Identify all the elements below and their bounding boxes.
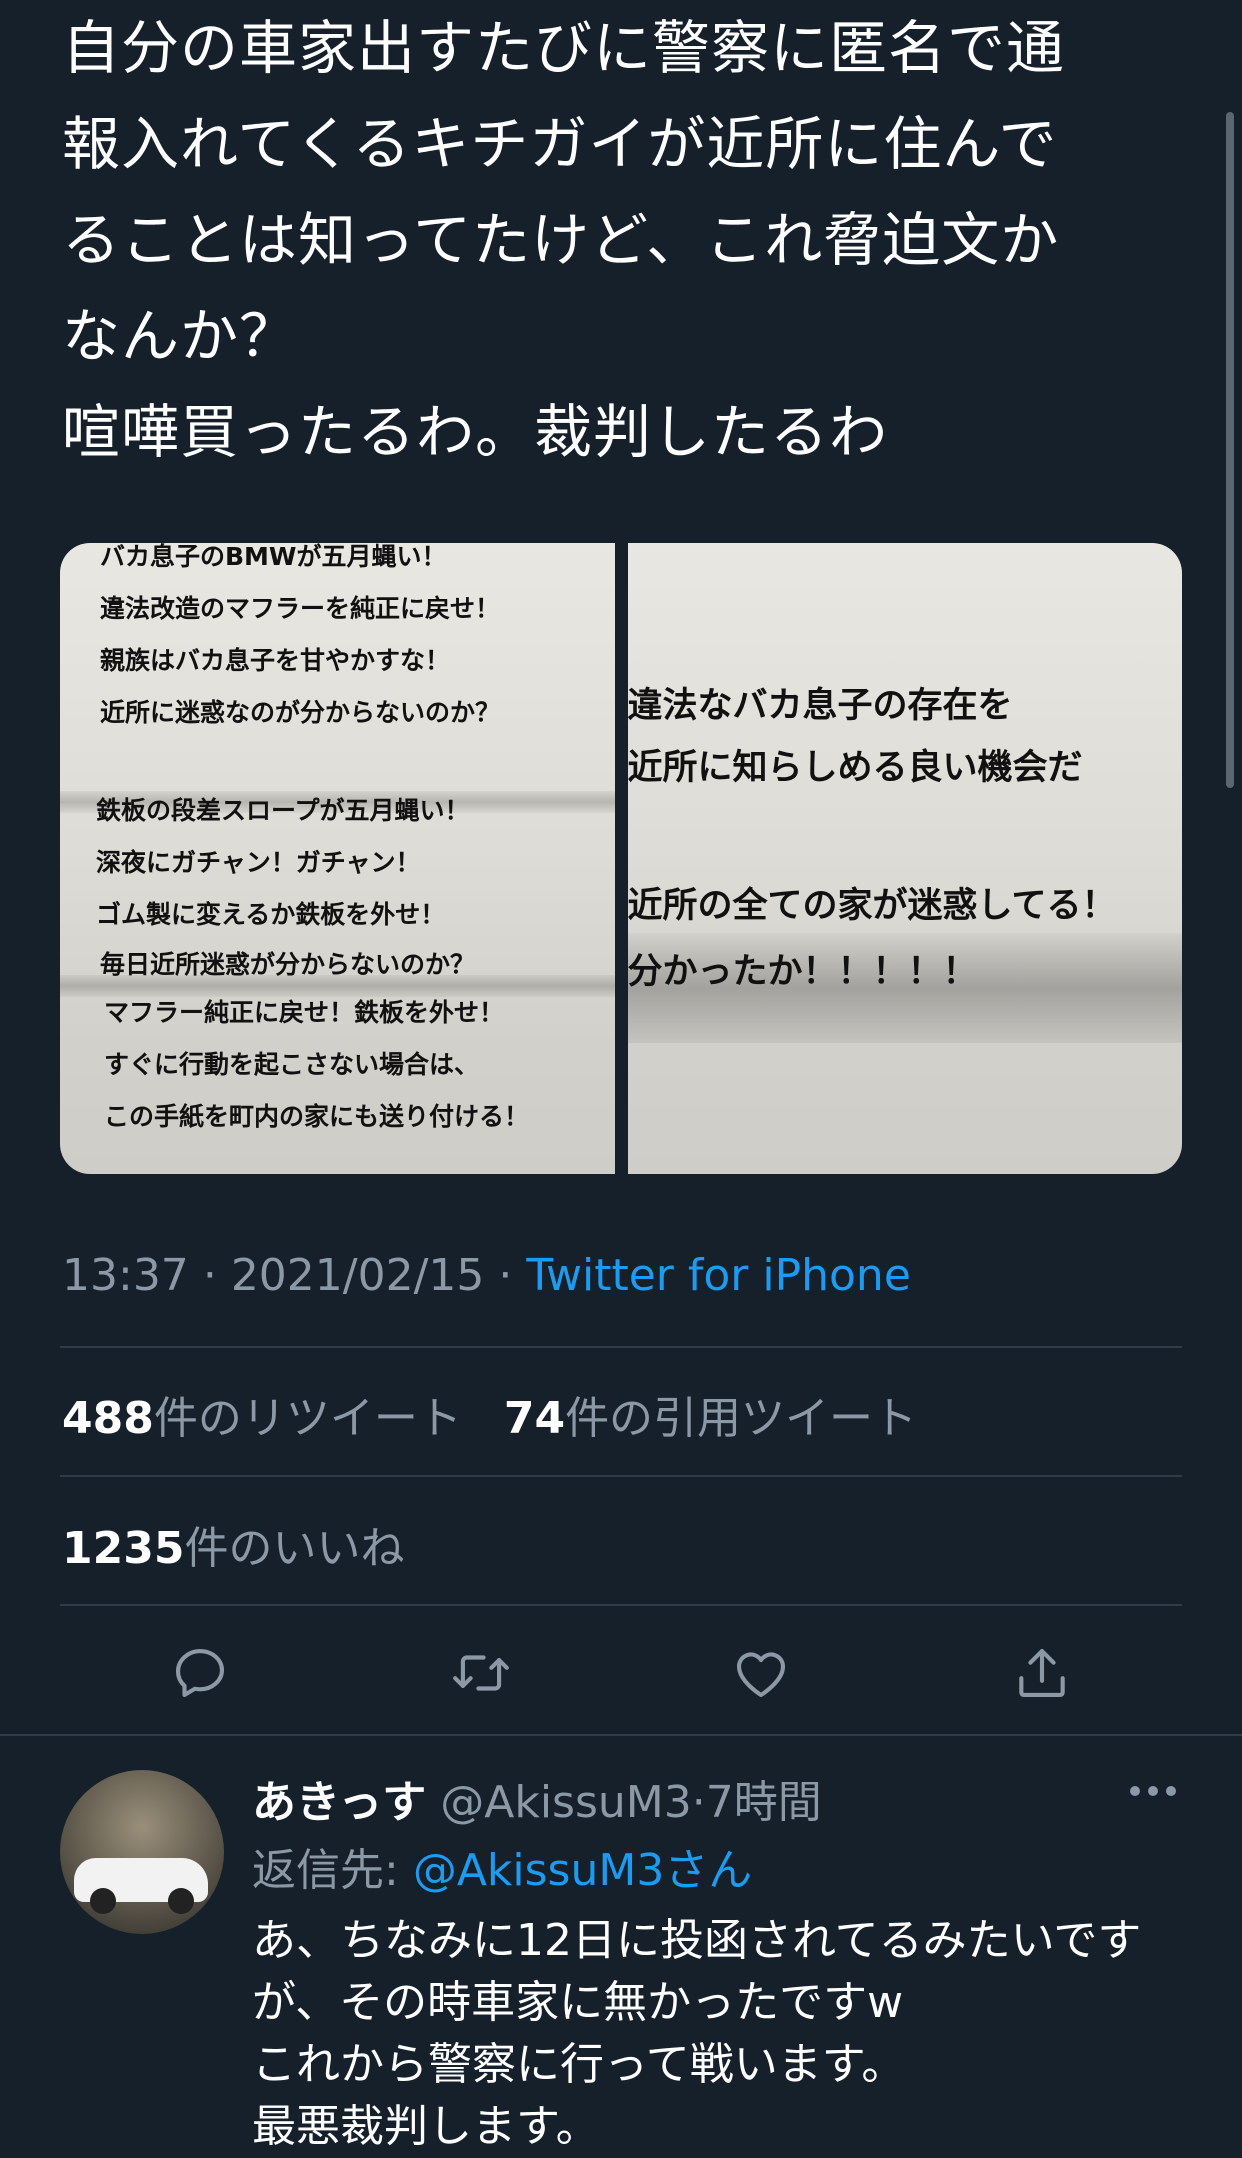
reply-author: あきっす @AkissuM3·7時間 (252, 1766, 822, 1830)
meta-separator: · (202, 1250, 217, 1301)
letter-line: 親族はバカ息子を甘やかすな！ (100, 646, 451, 675)
more-options-icon[interactable] (1130, 1786, 1176, 1800)
tweet-media[interactable]: バカ息子のBMWが五月蝿い！ 違法改造のマフラーを純正に戻せ！ 親族はバカ息子を… (60, 543, 1182, 1174)
letter-photo-left[interactable]: バカ息子のBMWが五月蝿い！ 違法改造のマフラーを純正に戻せ！ 親族はバカ息子を… (60, 543, 615, 1174)
letter-line: 鉄板の段差スロープが五月蝿い！ (96, 796, 470, 825)
letter-line: 深夜にガチャン！ガチャン！ (96, 848, 421, 877)
letter-line: ゴム製に変えるか鉄板を外せ！ (96, 900, 446, 929)
retweet-count: 488 (62, 1393, 154, 1444)
letter-photo-right[interactable]: 違法なバカ息子の存在を 近所に知らしめる良い機会だ 近所の全ての家が迷惑してる！… (627, 543, 1182, 1174)
letter-line: 違法なバカ息子の存在を (627, 686, 1013, 726)
reply-text: あ、ちなみに12日に投函されてるみたいです が、その時車家に無かったですw これ… (252, 1915, 1142, 2152)
letter-line: 違法改造のマフラーを純正に戻せ！ (100, 594, 501, 623)
letter-line: 毎日近所迷惑が分からないのか？ (100, 950, 476, 979)
letter-line: 分かったか！！！！！ (627, 952, 978, 992)
meta-separator: · (498, 1250, 513, 1301)
reply-icon (176, 1648, 225, 1698)
divider (60, 1346, 1182, 1348)
share-button[interactable] (1007, 1638, 1077, 1708)
reply-handle[interactable]: @AkissuM3 (440, 1777, 692, 1828)
tweet-actions (60, 1630, 1182, 1716)
tweet-text: 自分の車家出すたびに警察に匿名で通 報入れてくるキチガイが近所に住んで ることは… (62, 14, 1066, 466)
letter-line: マフラー純正に戻せ！鉄板を外せ！ (104, 998, 505, 1027)
letter-line: この手紙を町内の家にも送り付ける！ (104, 1102, 530, 1131)
engagement-stats: 488件のリツイート 74件の引用ツイート (62, 1382, 917, 1446)
tweet-date: 2021/02/15 (230, 1250, 485, 1301)
tweet-meta: 13:37 · 2021/02/15 · Twitter for iPhone (62, 1250, 911, 1301)
likes-stat[interactable]: 1235件のいいね (62, 1512, 404, 1576)
avatar[interactable] (60, 1770, 224, 1934)
retweet-label: 件のリツイート (153, 1393, 462, 1444)
retweet-icon (452, 1655, 509, 1691)
retweet-button[interactable] (446, 1638, 516, 1708)
quote-label: 件の引用ツイート (565, 1393, 918, 1444)
tweet-time: 13:37 (62, 1250, 189, 1301)
reply-to-label: 返信先: (252, 1845, 413, 1896)
reply-button[interactable] (165, 1638, 235, 1708)
retweets-stat[interactable]: 488件のリツイート (62, 1393, 462, 1444)
reply-to-mention[interactable]: @AkissuM3さん (413, 1845, 753, 1896)
quote-count: 74 (503, 1393, 566, 1444)
letter-line: 近所に迷惑なのが分からないのか？ (100, 698, 501, 727)
reply-display-name[interactable]: あきっす (252, 1777, 426, 1828)
letter-line: 近所の全ての家が迷惑してる！ (627, 886, 1117, 926)
tweet-source-link[interactable]: Twitter for iPhone (526, 1250, 910, 1301)
reply-to-line: 返信先: @AkissuM3さん (252, 1834, 752, 1898)
like-icon (737, 1652, 786, 1698)
divider (0, 1734, 1242, 1736)
meta-separator: · (691, 1777, 706, 1828)
like-label: 件のいいね (184, 1523, 405, 1574)
letter-line: 近所に知らしめる良い機会だ (627, 748, 1083, 788)
share-icon (1019, 1648, 1065, 1698)
like-button[interactable] (726, 1638, 796, 1708)
letter-line: すぐに行動を起こさない場合は、 (104, 1050, 480, 1079)
divider (60, 1604, 1182, 1606)
quotes-stat[interactable]: 74件の引用ツイート (504, 1393, 917, 1444)
reply-time: 7時間 (705, 1777, 822, 1828)
letter-line: バカ息子のBMWが五月蝿い！ (100, 543, 447, 571)
like-count: 1235 (62, 1523, 185, 1574)
divider (60, 1475, 1182, 1477)
scrollbar[interactable] (1226, 112, 1234, 788)
